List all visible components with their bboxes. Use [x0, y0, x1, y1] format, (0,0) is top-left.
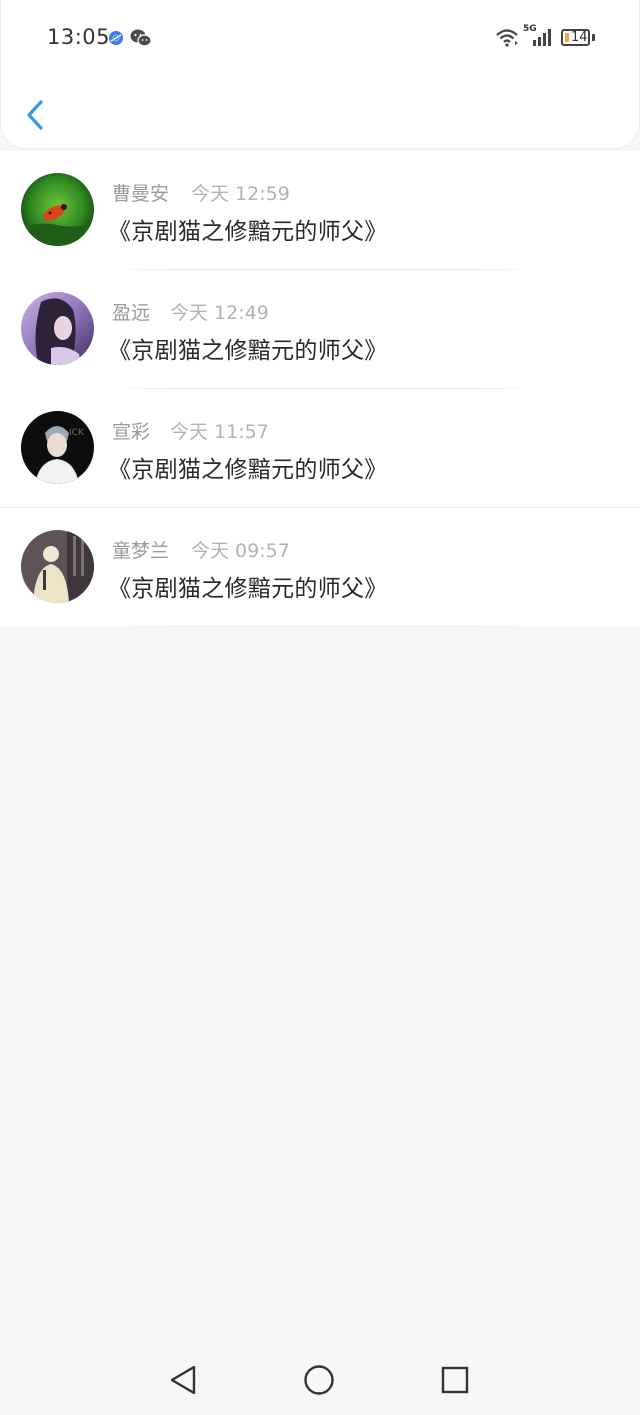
- message-text: 《京剧猫之修黯元的师父》: [108, 576, 388, 602]
- battery-level-text: 14: [571, 30, 588, 45]
- sender-name: 宣彩: [112, 421, 151, 443]
- message-time: 今天 12:59: [191, 183, 290, 205]
- back-button[interactable]: [19, 94, 55, 138]
- status-bar: 13:05 5G 14: [1, 20, 640, 56]
- browser-notification-icon: [108, 30, 124, 50]
- battery-cap: [592, 34, 595, 41]
- list-item[interactable]: 曹曼安 今天 12:59 《京剧猫之修黯元的师父》: [0, 151, 640, 270]
- avatar[interactable]: [21, 530, 94, 603]
- wifi-icon: [495, 27, 519, 51]
- chevron-left-icon: [27, 100, 43, 130]
- list-item[interactable]: ICK 宣彩 今天 11:57 《京剧猫之修黯元的师父》: [0, 389, 640, 508]
- status-time: 13:05: [47, 25, 111, 49]
- row-divider: [110, 626, 540, 627]
- header-card: 13:05 5G 14: [0, 0, 640, 149]
- message-text: 《京剧猫之修黯元的师父》: [108, 457, 388, 483]
- nav-recents-icon[interactable]: [440, 1365, 470, 1399]
- message-time: 今天 11:57: [170, 421, 269, 443]
- battery-icon: 14: [561, 29, 590, 46]
- system-nav-bar: [0, 1346, 640, 1415]
- message-text: 《京剧猫之修黯元的师父》: [108, 338, 388, 364]
- sender-name: 盈远: [112, 302, 151, 324]
- list-item[interactable]: 童梦兰 今天 09:57 《京剧猫之修黯元的师父》: [0, 508, 640, 627]
- battery-level-fill: [565, 33, 569, 42]
- signal-icon: [533, 27, 555, 51]
- nav-back-icon[interactable]: [168, 1364, 198, 1400]
- list-item[interactable]: 盈远 今天 12:49 《京剧猫之修黯元的师父》: [0, 270, 640, 389]
- screen: 13:05 5G 14 曹曼安 今天 12:59 《京剧猫之修黯元的师父》 盈远…: [0, 0, 640, 1415]
- sender-name: 童梦兰: [112, 540, 170, 562]
- sender-name: 曹曼安: [112, 183, 170, 205]
- message-text: 《京剧猫之修黯元的师父》: [108, 219, 388, 245]
- message-list: 曹曼安 今天 12:59 《京剧猫之修黯元的师父》 盈远 今天 12:49 《京…: [0, 151, 640, 627]
- message-time: 今天 09:57: [191, 540, 290, 562]
- message-time: 今天 12:49: [170, 302, 269, 324]
- avatar[interactable]: [21, 173, 94, 246]
- svg-text:ICK: ICK: [69, 428, 85, 438]
- avatar[interactable]: ICK: [21, 411, 94, 484]
- avatar[interactable]: [21, 292, 94, 365]
- nav-home-icon[interactable]: [303, 1364, 335, 1400]
- wechat-notification-icon: [130, 28, 152, 52]
